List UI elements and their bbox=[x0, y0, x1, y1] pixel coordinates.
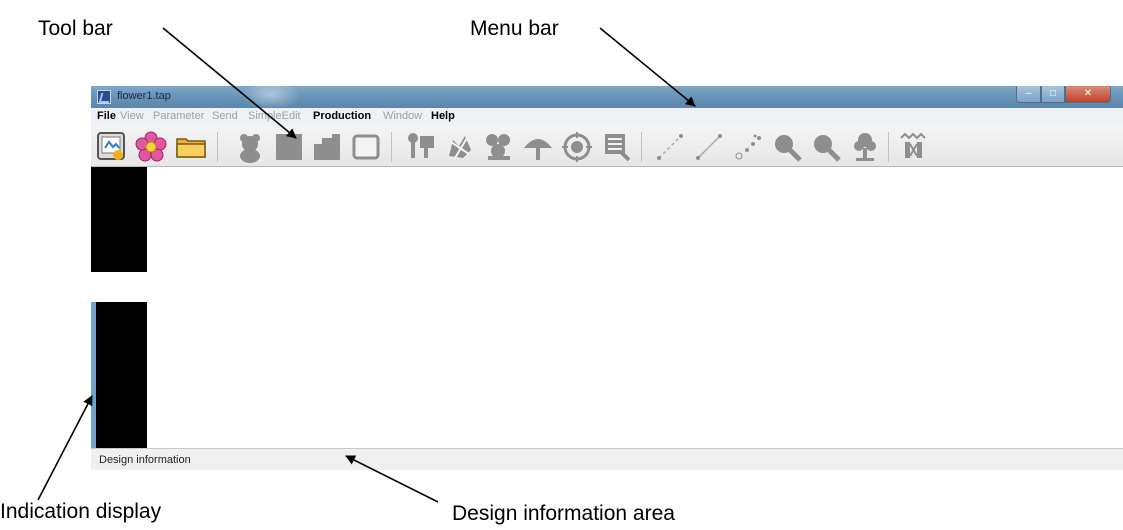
design-information-arrow bbox=[345, 455, 439, 503]
tool-bar-arrow bbox=[162, 27, 297, 139]
indication-display-arrow bbox=[37, 395, 93, 501]
callout-arrows bbox=[37, 27, 696, 503]
menu-bar-arrow bbox=[599, 27, 696, 107]
